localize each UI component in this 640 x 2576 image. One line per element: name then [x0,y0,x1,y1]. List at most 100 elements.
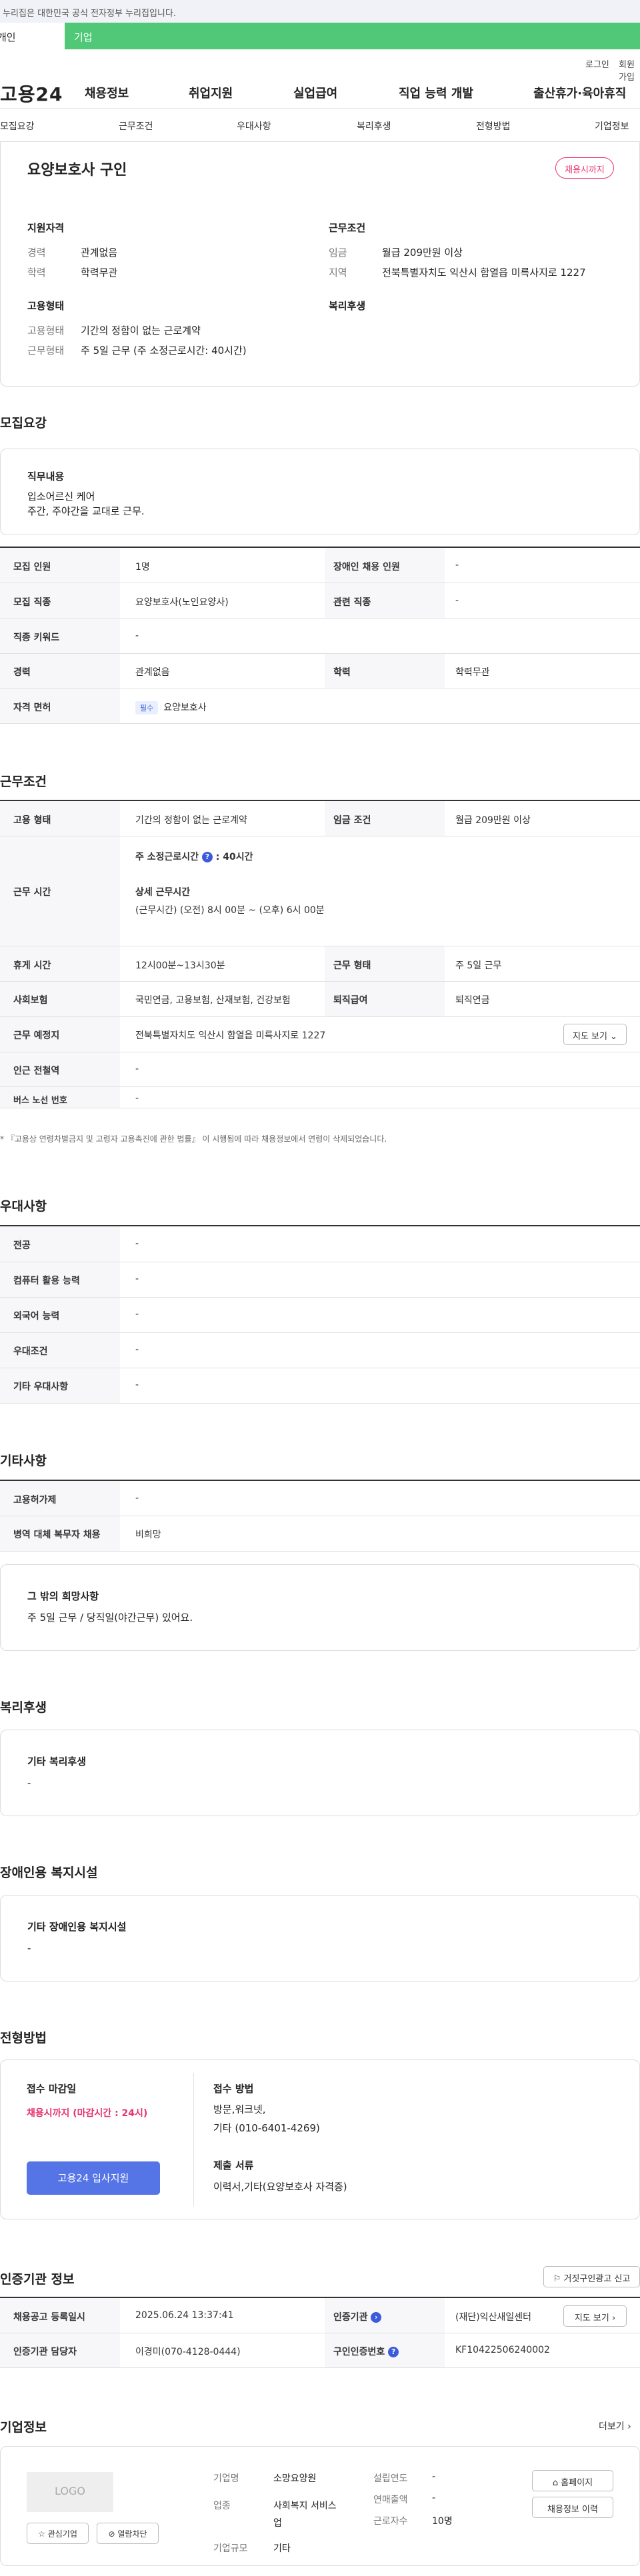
recruit-job-value: 요양보호사(노인요양사) [135,597,229,608]
company-size-label: 기업규모 [213,2543,248,2554]
gnb-item-unemployment[interactable]: 실업급여 [293,84,337,101]
status-badge: 채용시까지 [555,157,614,179]
tab-person-label: 개인 [0,31,16,43]
computer-value: - [135,1274,139,1284]
duty-line-2: 주간, 주야간을 교대로 근무. [27,505,145,517]
tab-recruit[interactable]: 모집요강 [0,119,35,133]
company-section-title: 기업정보 [0,2420,47,2435]
region-label: 지역 [329,267,347,279]
disabled-section-title: 장애인용 복지시설 [0,1866,98,1880]
sales-label: 연매출액 [373,2495,408,2505]
row-divider [0,723,640,724]
cert-no-label-text: 구인인증번호 [333,2347,385,2357]
gnb-item-employment-support[interactable]: 취업지원 [189,84,233,101]
welfare-value: - [27,1777,31,1789]
report-button[interactable]: ⚐ 거짓구인광고 신고 [543,2266,640,2287]
keyword-value: - [135,631,139,641]
tab-person[interactable]: 개인 [0,23,65,49]
chevron-down-icon: ⌄ [610,1032,618,1042]
wage-label: 임금 [329,247,347,259]
career-label: 경력 [27,247,46,259]
history-button[interactable]: 채용정보 이력 [532,2497,613,2518]
bus-label: 버스 노선 번호 [13,1096,67,1106]
computer-label: 컴퓨터 활용 능력 [13,1276,80,1286]
chevron-right-icon: › [611,2313,616,2323]
welfare-section-title: 복리후생 [0,1700,47,1715]
staff-value: 10명 [432,2516,453,2527]
work-form-label: 근무 형태 [333,960,371,971]
company-more-label: 더보기 [599,2421,625,2432]
wage-cond-label: 임금 조건 [333,815,371,826]
method-line-2: 기타 (010-6401-4269) [213,2122,320,2134]
tab-company[interactable]: 기업정보 [595,119,629,133]
info-icon[interactable]: ? [388,2347,399,2357]
subway-label: 인근 전철역 [13,1066,60,1076]
bell-icon: ⚐ [553,2274,561,2284]
region-value: 전북특별자치도 익산시 함열읍 미륵사지로 1227 [382,267,586,279]
gov-banner-text: 이 누리집은 대한민국 공식 전자정부 누리집입니다. [0,9,176,19]
gnb-item-jobs[interactable]: 채용정보 [85,84,129,101]
row-divider [0,2367,640,2368]
tab-business[interactable]: 기업 [65,23,185,49]
industry-value-1: 사회복지 서비스 [273,2501,337,2511]
welfare-card: 기타 복리후생 - [0,1730,640,1816]
login-link[interactable]: 로그인 [585,57,609,70]
qualification-heading: 지원자격 [27,222,65,234]
tab-selection[interactable]: 전형방법 [476,119,511,133]
bus-value: - [135,1093,139,1104]
job-title: 요양보호사 구인 [27,162,127,179]
language-value: - [135,1309,139,1320]
prefer-cond-label: 우대조건 [13,1346,48,1357]
rest-value: 12시00분~13시30분 [135,960,225,971]
work-form-value: 주 5일 근무 [455,960,502,971]
info-icon[interactable]: ? [201,852,213,862]
gov-banner: 이 누리집은 대한민국 공식 전자정부 누리집입니다. [0,0,640,23]
tab-prefer[interactable]: 우대사항 [237,119,271,133]
work-map-button[interactable]: 지도 보기 ⌄ [563,1024,627,1045]
rest-label: 휴게 시간 [13,960,51,971]
company-more-link[interactable]: 더보기 › [599,2419,631,2433]
company-logo: LOGO [27,2472,113,2512]
method-line-1: 방문,워크넷, [213,2103,266,2115]
age-notice: * 『고용상 연령차별금지 및 고령자 고용촉진에 관한 법률』 이 시행됨에 … [0,1134,387,1144]
related-job-label: 관련 직종 [333,597,371,608]
work-section-title: 근무조건 [0,774,47,789]
recruit-job-label: 모집 직종 [13,597,51,608]
prefer-cond-value: - [135,1344,139,1355]
tab-welfare[interactable]: 복리후생 [357,119,391,133]
tab-work[interactable]: 근무조건 [119,119,153,133]
cert-no-value: KF10422506240002 [455,2345,550,2355]
site-logo[interactable]: 고용24 [0,80,63,107]
docs-label: 제출 서류 [213,2159,254,2171]
sales-value: - [432,2493,436,2503]
prefer-etc-value: - [135,1380,139,1390]
apply-button[interactable]: 고용24 입사지원 [27,2161,160,2195]
hours-week-value: : 40시간 [215,852,253,862]
permit-value: - [135,1493,139,1504]
condition-heading: 근무조건 [329,222,366,234]
recruit-career-label: 경력 [13,667,31,678]
company-size-value: 기타 [273,2543,291,2554]
block-icon: ⊘ [108,2529,115,2539]
disabled-count-label: 장애인 채용 인원 [333,562,400,573]
selection-section-title: 전형방법 [0,2031,47,2045]
info-icon[interactable]: › [371,2312,382,2323]
gnb-item-leave[interactable]: 출산휴가·육아휴직 [533,84,626,101]
related-job-value: - [455,595,459,606]
gnb-item-training[interactable]: 직업 능력 개발 [399,84,473,101]
row-divider [0,1332,640,1333]
insurance-label: 사회보험 [13,995,48,1006]
block-button[interactable]: ⊘ 열람차단 [97,2523,159,2544]
interest-button[interactable]: ☆ 관심기업 [27,2523,89,2544]
recruit-career-value: 관계없음 [135,667,170,678]
retire-value: 퇴직연금 [455,995,490,1006]
cert-map-button[interactable]: 지도 보기 › [563,2305,627,2327]
work-type-label: 근무형태 [27,345,65,357]
founded-label: 설립연도 [373,2473,408,2484]
homepage-button[interactable]: ⌂ 홈페이지 [532,2470,613,2491]
military-value: 비희망 [135,1530,161,1540]
work-th-bg-left [0,801,120,1108]
global-nav: 고용24 채용정보 취업지원 실업급여 직업 능력 개발 출산휴가·육아휴직 [0,72,640,109]
other-wish-label: 그 밖의 희망사항 [27,1590,99,1602]
recruit-count-value: 1명 [135,562,150,573]
